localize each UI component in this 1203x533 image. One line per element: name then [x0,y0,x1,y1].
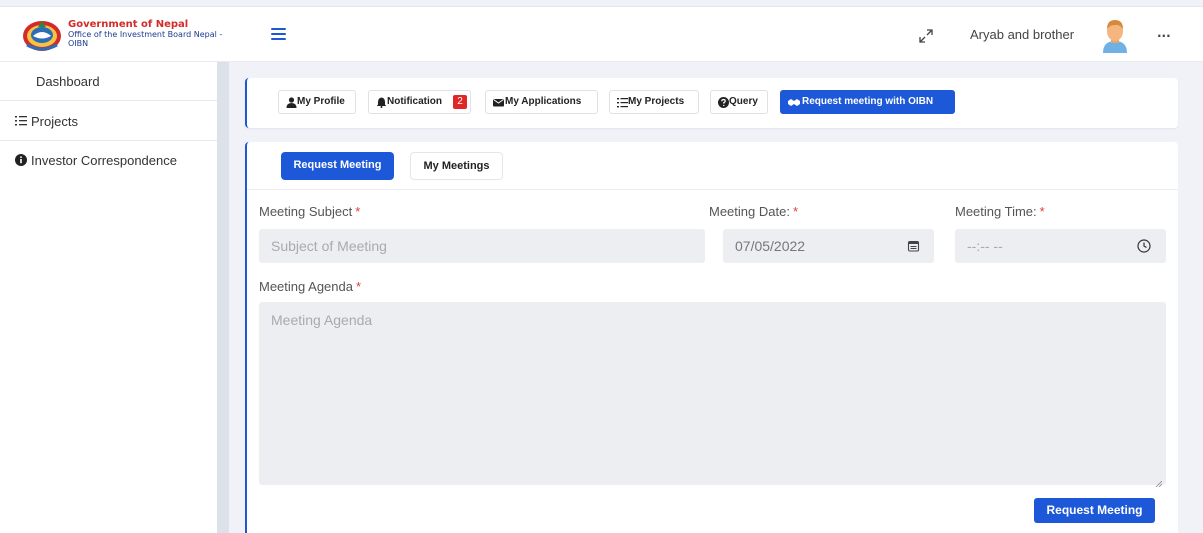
sidebar: Dashboard Projects Investor Corresponden… [0,62,217,533]
meeting-time-input[interactable]: --:-- -- [955,229,1166,263]
my-applications-label: My Applications [505,96,582,107]
nepal-emblem-icon [21,19,63,53]
required-mark: * [792,204,798,219]
sidebar-item-label: Dashboard [36,74,100,89]
sidebar-item-dashboard[interactable]: Dashboard [0,62,217,101]
clock-icon[interactable] [1137,239,1151,253]
calendar-icon[interactable] [907,239,920,252]
meeting-agenda-label: Meeting Agenda * [259,279,361,294]
meeting-agenda-placeholder: Meeting Agenda [271,312,373,328]
handshake-icon [788,97,800,108]
tab-my-meetings[interactable]: My Meetings [410,152,503,180]
sidebar-item-investor-correspondence[interactable]: Investor Correspondence [0,141,217,180]
user-icon [286,97,297,108]
meeting-agenda-textarea[interactable]: Meeting Agenda [259,302,1166,488]
meeting-date-value: 07/05/2022 [735,238,806,254]
info-circle-icon [15,154,27,166]
my-applications-button[interactable]: My Applications [485,90,598,114]
request-meeting-submit-button[interactable]: Request Meeting [1034,498,1155,523]
meeting-date-input[interactable]: 07/05/2022 [723,229,934,263]
meeting-subject-input[interactable]: Subject of Meeting [259,229,705,263]
meeting-time-value: --:-- -- [967,238,1003,254]
my-projects-button[interactable]: My Projects [609,90,699,114]
sidebar-item-label: Investor Correspondence [31,153,177,168]
sidebar-item-projects[interactable]: Projects [0,102,217,141]
expand-icon[interactable] [919,28,933,43]
notification-label: Notification [387,96,442,107]
meeting-time-label-text: Meeting Time: [955,204,1037,219]
sidebar-item-label: Projects [31,114,78,129]
brand-line-1: Government of Nepal [68,19,189,30]
avatar[interactable] [1101,19,1129,53]
brand-line-3: OIBN [68,39,89,48]
request-meeting-oibn-button[interactable]: Request meeting with OIBN [780,90,955,114]
tab-request-meeting[interactable]: Request Meeting [281,152,394,180]
envelope-icon [493,97,504,108]
meeting-subject-label: Meeting Subject * [259,204,360,219]
meeting-tabs: Request Meeting My Meetings [247,142,1178,190]
required-mark: * [355,279,362,294]
brand-line-2: Office of the Investment Board Nepal - [68,30,223,39]
top-header: Government of Nepal Office of the Invest… [0,6,1203,62]
my-profile-button[interactable]: My Profile [278,90,356,114]
meeting-date-label: Meeting Date: * [709,204,798,219]
required-mark: * [1039,204,1045,219]
hamburger-icon[interactable] [271,28,286,40]
meeting-time-label: Meeting Time: * [955,204,1045,219]
meeting-card: Request Meeting My Meetings Meeting Subj… [245,142,1178,533]
list-icon [617,97,628,108]
brand-title[interactable]: Government of Nepal Office of the Invest… [68,19,223,49]
required-mark: * [355,204,361,219]
query-label: Query [729,96,758,107]
meeting-date-label-text: Meeting Date: [709,204,790,219]
user-name[interactable]: Aryab and brother [970,27,1074,42]
notification-badge: 2 [453,95,467,109]
list-icon [15,115,27,127]
resize-handle-icon[interactable] [1155,474,1163,488]
meeting-subject-label-text: Meeting Subject [259,204,353,219]
my-profile-label: My Profile [297,96,345,107]
my-projects-label: My Projects [628,96,685,107]
bell-icon [376,97,387,108]
question-circle-icon [718,97,729,108]
notification-button[interactable]: Notification 2 [368,90,471,114]
scroll-gutter [217,62,229,533]
request-meeting-oibn-label: Request meeting with OIBN [802,96,934,107]
more-horizontal-icon[interactable]: ··· [1157,29,1171,43]
query-button[interactable]: Query [710,90,768,114]
meeting-subject-placeholder: Subject of Meeting [271,238,387,254]
profile-nav-card: My Profile Notification 2 My Application… [245,78,1178,128]
meeting-agenda-label-text: Meeting Agenda [259,279,353,294]
